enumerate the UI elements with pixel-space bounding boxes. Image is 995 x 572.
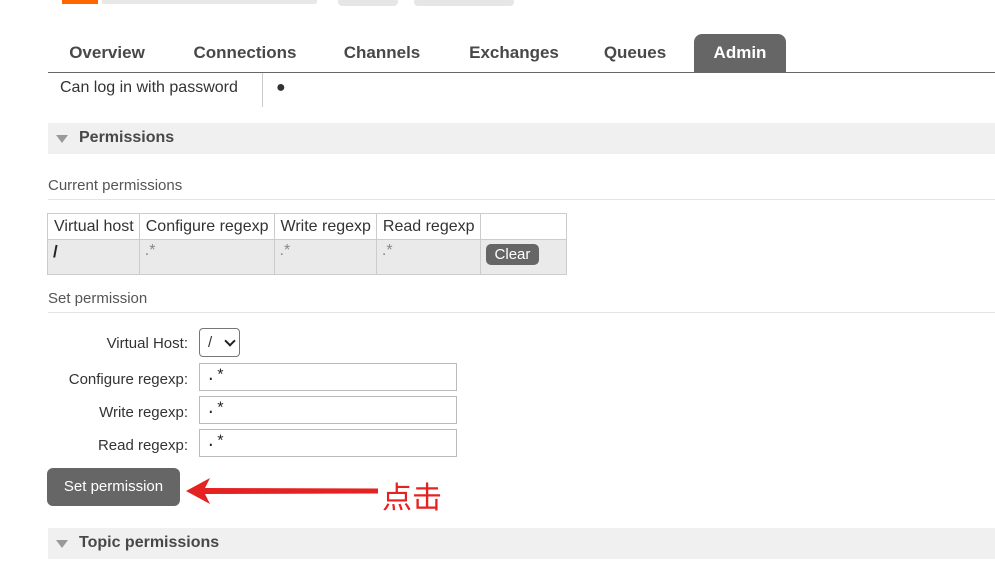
tab-overview[interactable]: Overview: [48, 34, 166, 72]
tab-channels[interactable]: Channels: [328, 34, 436, 72]
arrow-left-icon: [186, 478, 378, 504]
login-label: Can log in with password: [60, 79, 238, 96]
divider: [262, 73, 263, 107]
topic-permissions-section-header[interactable]: Topic permissions: [48, 528, 995, 559]
cell-write: .*: [273, 239, 377, 275]
column-virtual-host: Virtual host: [47, 213, 140, 240]
write-regexp-input[interactable]: .*: [199, 396, 457, 424]
table-header-row: Virtual host Configure regexp Write rege…: [47, 213, 567, 240]
login-value-dot: ●: [276, 79, 286, 96]
vhost-label: Virtual Host:: [106, 335, 188, 352]
write-regexp-label: Write regexp:: [99, 404, 188, 421]
tab-admin[interactable]: Admin: [694, 34, 786, 72]
permissions-section-header[interactable]: Permissions: [48, 123, 995, 154]
column-configure-regexp: Configure regexp: [138, 213, 275, 240]
main-nav-tabs: Overview Connections Channels Exchanges …: [48, 34, 995, 73]
section-title: Permissions: [79, 129, 175, 146]
header-control-1[interactable]: [338, 0, 398, 6]
tab-connections[interactable]: Connections: [178, 34, 312, 72]
set-permission-heading: Set permission: [48, 290, 995, 313]
column-write-regexp: Write regexp: [273, 213, 377, 240]
read-regexp-label: Read regexp:: [97, 437, 188, 454]
cell-read: .*: [375, 239, 481, 275]
cell-vhost: /: [47, 239, 140, 275]
cell-actions: Clear: [479, 239, 567, 275]
configure-regexp-input[interactable]: .*: [199, 363, 457, 391]
clear-button[interactable]: Clear: [485, 244, 540, 265]
column-actions: [479, 213, 567, 240]
current-permissions-table: Virtual host Configure regexp Write rege…: [47, 213, 567, 275]
cell-configure: .*: [138, 239, 275, 275]
triangle-down-icon: [56, 540, 68, 548]
header-clipped: [0, 0, 995, 8]
annotation-text: 点击: [382, 481, 442, 516]
section-title: Topic permissions: [79, 534, 220, 551]
vhost-select[interactable]: /: [199, 328, 240, 357]
current-permissions-heading: Current permissions: [48, 177, 995, 200]
tab-queues[interactable]: Queues: [592, 34, 678, 72]
vhost-select-value: /: [208, 334, 213, 351]
column-read-regexp: Read regexp: [375, 213, 481, 240]
read-regexp-input[interactable]: .*: [199, 429, 457, 457]
header-control-2[interactable]: [414, 0, 514, 6]
set-permission-button[interactable]: Set permission: [47, 468, 180, 506]
brand-logo: [62, 0, 98, 4]
brand-logo-text: [102, 0, 317, 4]
chevron-down-icon: [224, 335, 236, 347]
triangle-down-icon: [56, 135, 68, 143]
configure-regexp-label: Configure regexp:: [68, 371, 188, 388]
table-row: / .* .* .* Clear: [47, 239, 567, 275]
tab-exchanges[interactable]: Exchanges: [454, 34, 574, 72]
